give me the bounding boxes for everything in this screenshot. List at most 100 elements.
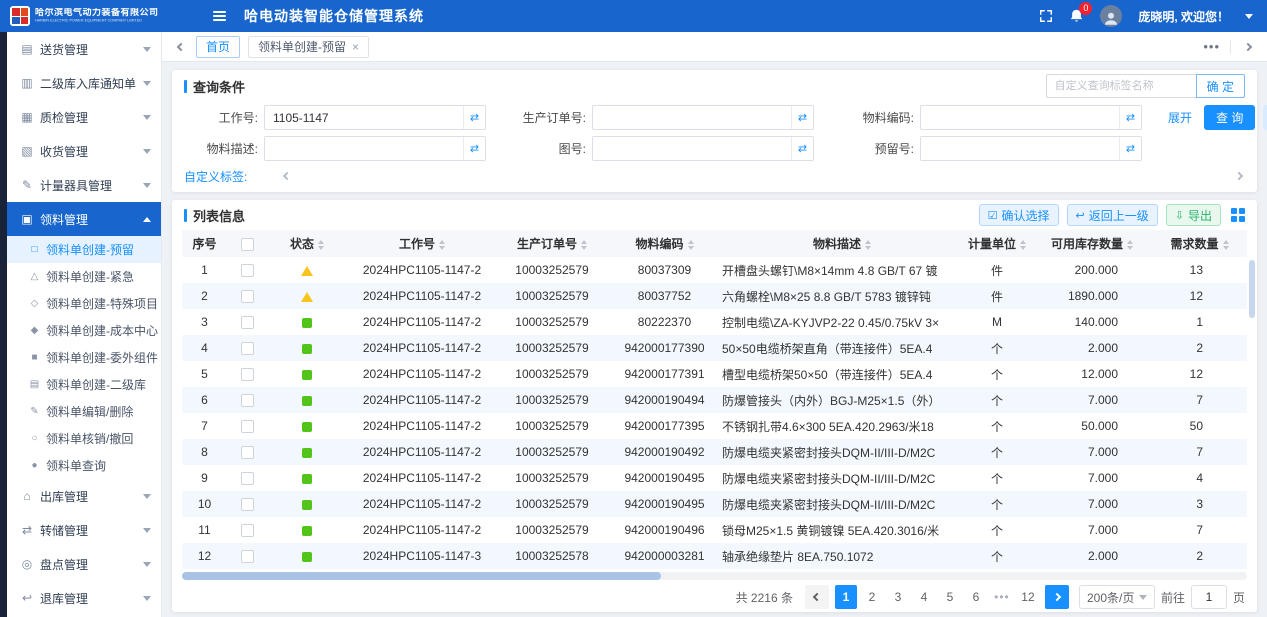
chevron-down-icon[interactable]	[1245, 14, 1253, 23]
sidebar-subitem[interactable]: ●领料单查询	[7, 452, 161, 479]
column-header[interactable]: 物料编码	[607, 230, 722, 257]
tabs-more-icon[interactable]: •••	[1193, 39, 1230, 54]
sidebar-item-delivery[interactable]: ▤送货管理	[7, 32, 161, 66]
column-settings-icon[interactable]	[1231, 208, 1245, 222]
row-checkbox[interactable]	[241, 342, 254, 355]
sidebar-subitem[interactable]: △领料单创建-紧急	[7, 263, 161, 290]
tabs-scroll-left-icon[interactable]	[174, 40, 188, 54]
select-from-list-icon[interactable]: ⇄	[463, 106, 485, 129]
sidebar-subitem[interactable]: ◆领料单创建-成本中心	[7, 317, 161, 344]
row-checkbox[interactable]	[241, 446, 254, 459]
row-checkbox[interactable]	[241, 394, 254, 407]
table-row[interactable]: 112024HPC1105-1147-210003252579942000190…	[182, 517, 1247, 543]
search-button[interactable]: 查 询	[1204, 105, 1255, 130]
expand-link[interactable]: 展开	[1168, 109, 1192, 126]
sort-icon[interactable]	[865, 240, 871, 250]
table-row[interactable]: 12024HPC1105-1147-21000325257980037309开槽…	[182, 257, 1247, 283]
work-no-input[interactable]	[265, 111, 463, 125]
table-row[interactable]: 32024HPC1105-1147-21000325257980222370控制…	[182, 309, 1247, 335]
sidebar-item-quality[interactable]: ▦质检管理	[7, 100, 161, 134]
table-row[interactable]: 92024HPC1105-1147-2100032525799420001904…	[182, 465, 1247, 491]
page-button[interactable]: 12	[1017, 585, 1039, 609]
table-row[interactable]: 62024HPC1105-1147-2100032525799420001904…	[182, 387, 1247, 413]
sidebar-item-material-request[interactable]: ▣领料管理	[7, 202, 161, 236]
row-checkbox[interactable]	[241, 290, 254, 303]
scrollbar-thumb[interactable]	[182, 572, 661, 580]
column-header[interactable]: 需求数量	[1152, 230, 1247, 257]
sidebar-subitem[interactable]: ○领料单核销/撤回	[7, 425, 161, 452]
sort-icon[interactable]	[1020, 240, 1026, 250]
row-checkbox[interactable]	[241, 472, 254, 485]
sort-icon[interactable]	[1127, 240, 1133, 250]
sort-icon[interactable]	[688, 240, 694, 250]
notification-bell-icon[interactable]: 0	[1069, 8, 1084, 24]
back-to-previous-button[interactable]: ↩ 返回上一级	[1067, 204, 1158, 226]
drawing-no-input[interactable]	[593, 142, 791, 156]
sidebar-subitem[interactable]: ■领料单创建-委外组件	[7, 344, 161, 371]
sidebar-item-outbound[interactable]: ⌂出库管理	[7, 479, 161, 513]
table-row[interactable]: 42024HPC1105-1147-2100032525799420001773…	[182, 335, 1247, 361]
page-button[interactable]: 2	[861, 585, 883, 609]
user-greeting[interactable]: 庞晓明, 欢迎您！	[1138, 8, 1229, 25]
sidebar-item-receiving[interactable]: ▧收货管理	[7, 134, 161, 168]
row-checkbox[interactable]	[241, 524, 254, 537]
confirm-select-button[interactable]: ☑ 确认选择	[979, 204, 1059, 226]
table-row[interactable]: 82024HPC1105-1147-2100032525799420001904…	[182, 439, 1247, 465]
material-desc-input[interactable]	[265, 142, 463, 156]
sidebar-item-transfer[interactable]: ⇄转储管理	[7, 513, 161, 547]
table-row[interactable]: 122024HPC1105-1147-310003252578942000003…	[182, 543, 1247, 569]
column-header[interactable]: 计量单位	[962, 230, 1032, 257]
production-order-input[interactable]	[593, 111, 791, 125]
reservation-no-input[interactable]	[921, 142, 1119, 156]
table-row[interactable]: 72024HPC1105-1147-2100032525799420001773…	[182, 413, 1247, 439]
sort-icon[interactable]	[439, 240, 445, 250]
horizontal-scrollbar[interactable]	[182, 572, 1247, 580]
page-button[interactable]: 5	[939, 585, 961, 609]
column-header[interactable]: 可用库存数量	[1032, 230, 1152, 257]
sidebar-subitem[interactable]: ✎领料单编辑/删除	[7, 398, 161, 425]
page-button[interactable]: 4	[913, 585, 935, 609]
sort-icon[interactable]	[581, 240, 587, 250]
tab-material-request-reserve[interactable]: 领料单创建-预留 ×	[248, 36, 369, 58]
row-checkbox[interactable]	[241, 550, 254, 563]
fullscreen-icon[interactable]	[1039, 9, 1053, 23]
page-button[interactable]: 6	[965, 585, 987, 609]
page-button[interactable]: 1	[835, 585, 857, 609]
row-checkbox[interactable]	[241, 498, 254, 511]
tabs-scroll-right-icon[interactable]	[1241, 40, 1255, 54]
select-from-list-icon[interactable]: ⇄	[791, 137, 813, 160]
confirm-tag-button[interactable]: 确 定	[1196, 74, 1245, 98]
close-tab-icon[interactable]: ×	[352, 40, 359, 54]
column-header[interactable]: 工作号	[347, 230, 497, 257]
row-checkbox[interactable]	[241, 264, 254, 277]
sidebar-item-return[interactable]: ↩退库管理	[7, 581, 161, 615]
sidebar-collapse-icon[interactable]	[208, 5, 230, 27]
vertical-scrollbar[interactable]	[1249, 260, 1255, 318]
table-row[interactable]: 102024HPC1105-1147-210003252579942000190…	[182, 491, 1247, 517]
sidebar-item-secondary-inbound-notice[interactable]: ▥二级库入库通知单	[7, 66, 161, 100]
sidebar-item-measuring-tools[interactable]: ✎计量器具管理	[7, 168, 161, 202]
sidebar-subitem[interactable]: □领料单创建-预留	[7, 236, 161, 263]
custom-tag-name-input[interactable]	[1046, 74, 1196, 98]
sort-icon[interactable]	[318, 240, 324, 250]
column-header[interactable]: 生产订单号	[497, 230, 607, 257]
page-size-select[interactable]: 200条/页	[1079, 585, 1155, 609]
select-all-checkbox[interactable]	[241, 238, 254, 251]
row-checkbox[interactable]	[241, 316, 254, 329]
select-from-list-icon[interactable]: ⇄	[1119, 106, 1141, 129]
prev-page-button[interactable]	[805, 585, 829, 609]
sidebar-subitem[interactable]: ◇领料单创建-特殊项目	[7, 290, 161, 317]
tab-home[interactable]: 首页	[196, 36, 240, 58]
tags-scroll-left-icon[interactable]	[281, 170, 293, 182]
export-button[interactable]: ⇩ 导出	[1166, 204, 1221, 226]
table-row[interactable]: 22024HPC1105-1147-21000325257980037752六角…	[182, 283, 1247, 309]
page-button[interactable]: 3	[887, 585, 909, 609]
material-code-input[interactable]	[921, 111, 1119, 125]
next-page-button[interactable]	[1045, 585, 1069, 609]
sidebar-item-stocktake[interactable]: ◎盘点管理	[7, 547, 161, 581]
column-header[interactable]: 状态	[267, 230, 347, 257]
row-checkbox[interactable]	[241, 420, 254, 433]
sort-icon[interactable]	[1223, 240, 1229, 250]
tags-scroll-right-icon[interactable]	[1233, 170, 1245, 182]
row-checkbox[interactable]	[241, 368, 254, 381]
